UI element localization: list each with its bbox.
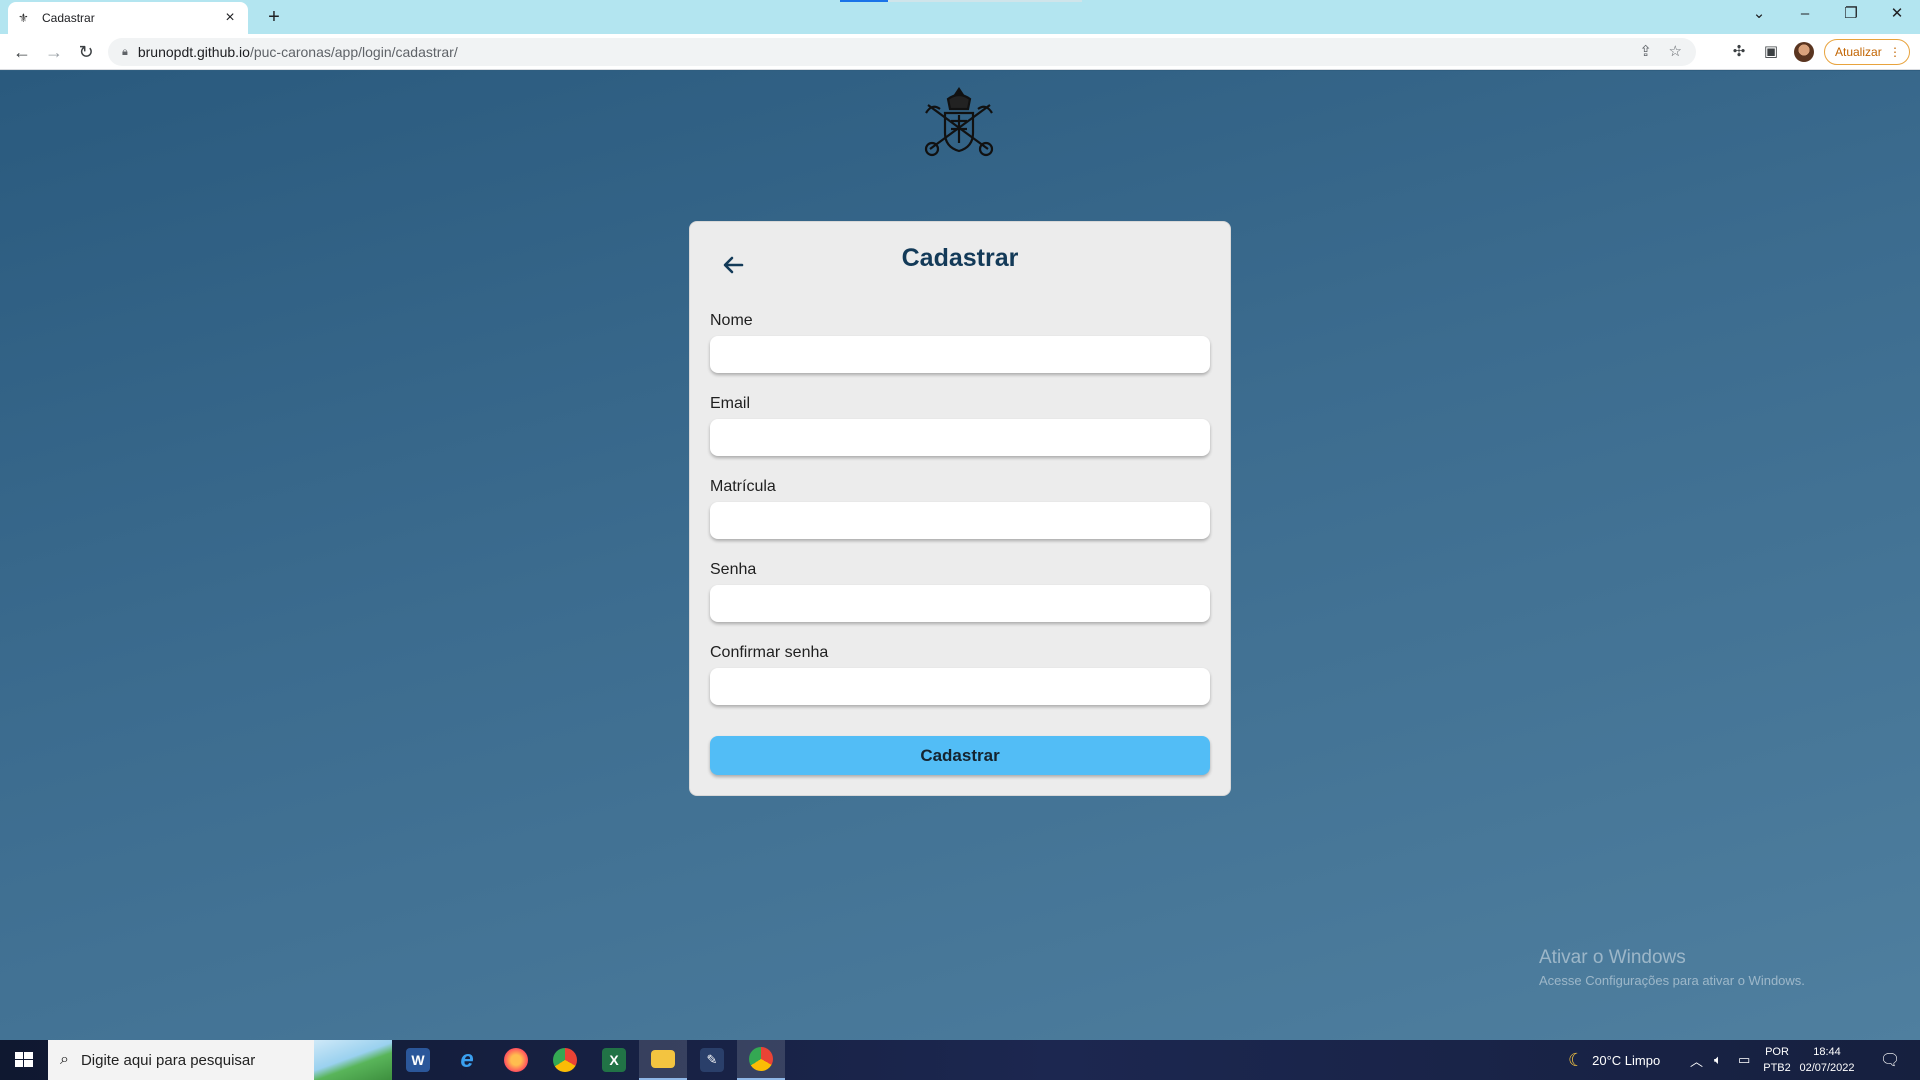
keyboard-layout: PTB2 (1763, 1062, 1791, 1074)
notifications-icon[interactable]: 🗨︎ (1880, 1040, 1900, 1080)
loading-bar-track (888, 0, 1082, 2)
extensions-icon[interactable]: ✣ (1729, 42, 1749, 62)
share-icon[interactable]: ⇪ (1639, 42, 1652, 60)
watermark-subtitle: Acesse Configurações para ativar o Windo… (1539, 973, 1805, 988)
search-placeholder: Digite aqui para pesquisar (80, 1051, 256, 1069)
windows-activation-watermark: Ativar o Windows Acesse Configurações pa… (1539, 947, 1805, 988)
confirm-password-input[interactable] (710, 668, 1210, 705)
address-bar[interactable]: 🔒︎ brunopdt.github.io/puc-caronas/app/lo… (108, 38, 1696, 66)
tab-cadastrar[interactable]: ⚜ Cadastrar × (8, 2, 248, 34)
language-code: POR (1765, 1046, 1789, 1058)
chrome-icon[interactable] (541, 1040, 589, 1080)
register-submit-button[interactable]: Cadastrar (710, 736, 1210, 775)
chrome-profile-active-icon[interactable] (737, 1040, 785, 1080)
menu-dots-icon: ⋮ (1889, 45, 1901, 59)
close-tab-icon[interactable]: × (222, 9, 238, 27)
windows-start-icon[interactable] (0, 1040, 48, 1080)
update-button[interactable]: Atualizar ⋮ (1824, 39, 1910, 65)
language-indicator[interactable]: POR PTB2 (1762, 1044, 1792, 1076)
moon-icon: ☾ (1568, 1049, 1585, 1070)
loading-bar (840, 0, 888, 2)
matricula-label: Matrícula (710, 478, 776, 495)
tab-strip: ⚜ Cadastrar × + ⌄ – ❐ ✕ (0, 0, 1920, 34)
page-viewport: Cadastrar Nome Email Matrícula Senha Con… (0, 71, 1920, 1040)
taskbar-search-box[interactable]: ⌕ Digite aqui para pesquisar (48, 1040, 392, 1080)
watermark-title: Ativar o Windows (1539, 947, 1686, 968)
tab-search-icon[interactable]: ⌄ (1736, 0, 1782, 30)
register-card: Cadastrar Nome Email Matrícula Senha Con… (689, 221, 1231, 796)
close-window-button[interactable]: ✕ (1874, 0, 1920, 30)
puc-coat-of-arms-logo (924, 87, 994, 157)
excel-app-icon[interactable]: X (590, 1040, 638, 1080)
password-label: Senha (710, 561, 757, 578)
tray-chevron-icon[interactable]: ︿ (1690, 1040, 1703, 1080)
search-icon: ⌕ (60, 1051, 69, 1068)
lock-icon: 🔒︎ (122, 45, 128, 58)
back-nav-icon[interactable]: ← (8, 38, 36, 66)
word-app-icon[interactable]: W (394, 1040, 442, 1080)
firefox-icon[interactable] (492, 1040, 540, 1080)
browser-toolbar: ← → ↻ 🔒︎ brunopdt.github.io/puc-caronas/… (0, 34, 1920, 70)
bookmark-star-icon[interactable]: ☆ (1669, 42, 1682, 60)
system-clock[interactable]: 18:44 02/07/2022 (1796, 1044, 1858, 1076)
update-label: Atualizar (1835, 45, 1882, 59)
tab-title: Cadastrar (42, 11, 95, 25)
email-label: Email (710, 395, 751, 412)
app-tool-icon[interactable]: ✎ (688, 1040, 736, 1080)
clock-time: 18:44 (1813, 1046, 1841, 1058)
weather-text: 20°C Limpo (1592, 1052, 1661, 1068)
weather-widget[interactable]: ☾ 20°C Limpo (1568, 1040, 1660, 1080)
name-label: Nome (710, 312, 753, 329)
forward-nav-icon[interactable]: → (40, 38, 68, 66)
minimize-button[interactable]: – (1782, 0, 1828, 30)
favicon-icon: ⚜ (18, 11, 29, 25)
url-host: brunopdt.github.io (137, 44, 250, 60)
file-explorer-icon[interactable] (639, 1040, 687, 1080)
page-title: Cadastrar (901, 244, 1019, 272)
volume-icon[interactable]: 🔈︎ (1714, 1040, 1722, 1080)
name-input[interactable] (710, 336, 1210, 373)
password-input[interactable] (710, 585, 1210, 622)
matricula-input[interactable] (710, 502, 1210, 539)
new-tab-button[interactable]: + (260, 4, 288, 30)
windows-taskbar: ⌕ Digite aqui para pesquisar W e X ✎ ☾ 2… (0, 1040, 1920, 1080)
confirm-password-label: Confirmar senha (710, 644, 829, 661)
side-panel-icon[interactable]: ▣ (1761, 42, 1781, 62)
email-input[interactable] (710, 419, 1210, 456)
profile-avatar[interactable] (1794, 42, 1814, 62)
network-icon[interactable]: ▭ (1738, 1040, 1750, 1080)
clock-date: 02/07/2022 (1799, 1062, 1855, 1074)
restore-button[interactable]: ❐ (1828, 0, 1874, 30)
search-highlight-art (314, 1040, 392, 1080)
reload-icon[interactable]: ↻ (72, 38, 100, 66)
url-path: /puc-caronas/app/login/cadastrar/ (249, 44, 458, 60)
internet-explorer-icon[interactable]: e (443, 1040, 491, 1080)
